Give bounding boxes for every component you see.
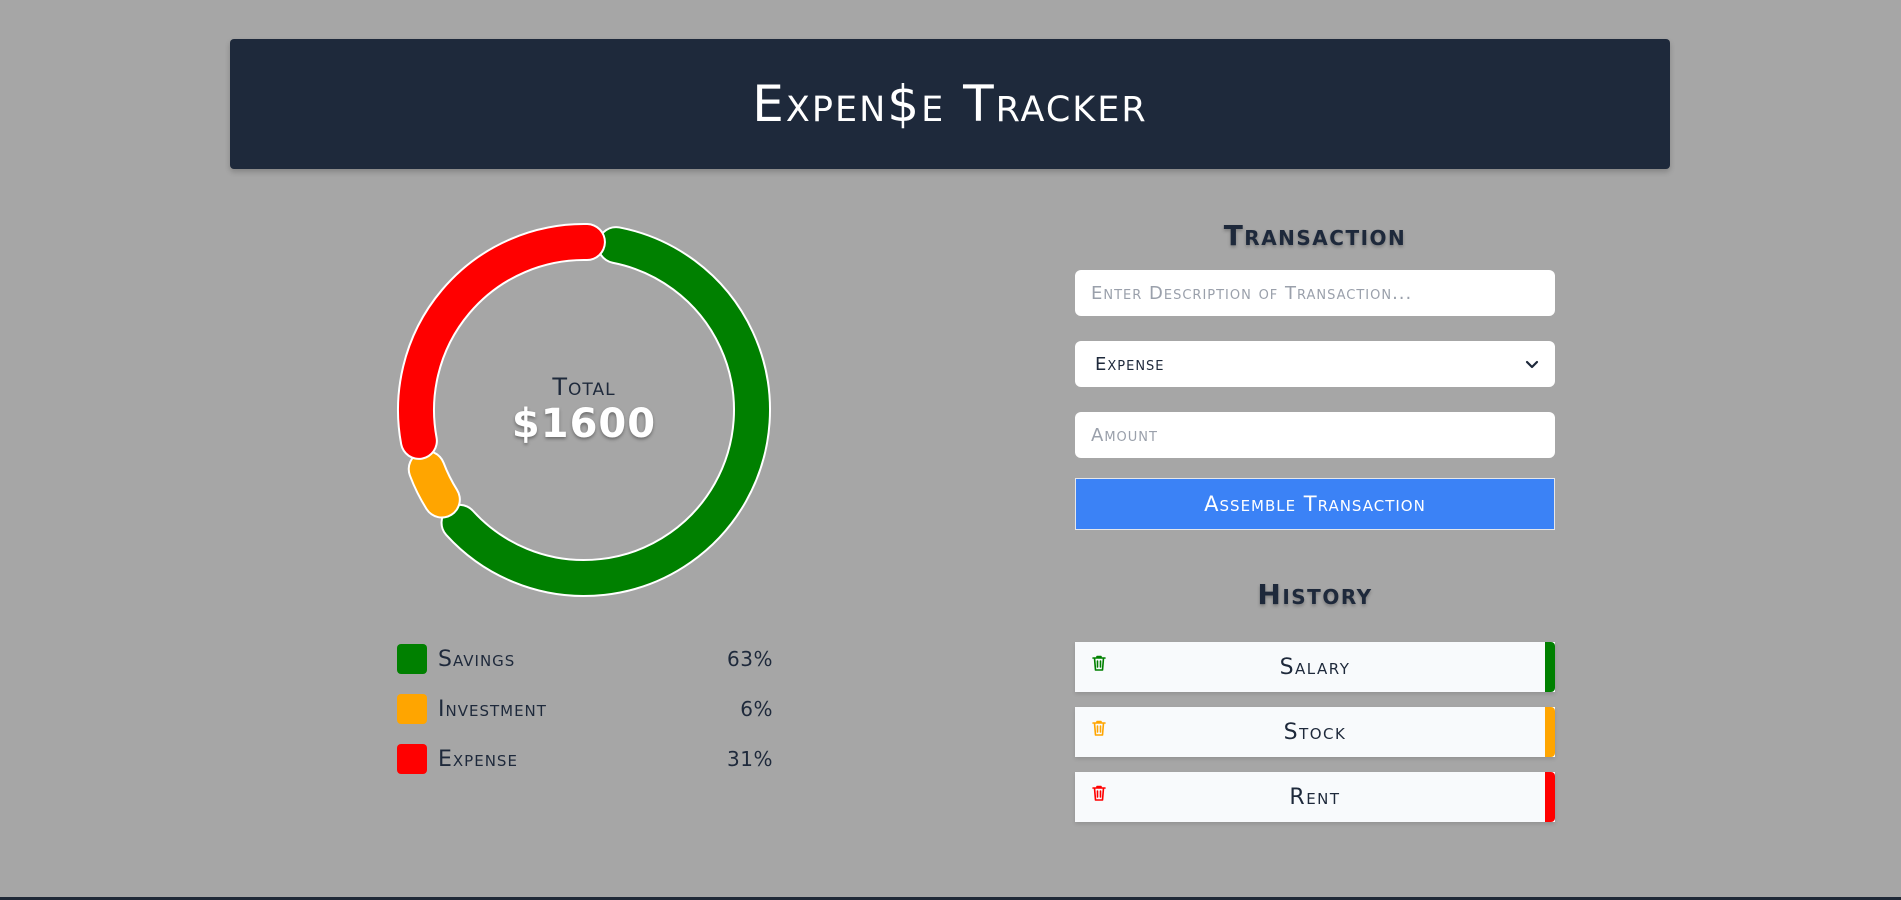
history-item-label: Rent: [1289, 784, 1341, 810]
amount-input[interactable]: [1075, 412, 1555, 458]
chart-legend: Savings 63% Investment 6% Expense 31%: [397, 644, 773, 794]
description-input[interactable]: [1075, 270, 1555, 316]
legend-swatch-expense: [397, 744, 427, 774]
history-item-stock: Stock: [1075, 707, 1555, 757]
donut-segment-investment: [409, 452, 459, 517]
legend-item-savings: Savings 63%: [397, 644, 773, 674]
transaction-type-select[interactable]: Expense: [1075, 341, 1555, 387]
history-item-color-bar: [1545, 772, 1555, 822]
app-header: Expen$e Tracker: [230, 39, 1670, 169]
assemble-transaction-button[interactable]: Assemble Transaction: [1075, 478, 1555, 530]
legend-label-expense: Expense: [438, 746, 518, 772]
legend-item-expense: Expense 31%: [397, 744, 773, 774]
legend-percent-expense: 31%: [727, 747, 773, 771]
legend-swatch-savings: [397, 644, 427, 674]
trash-icon[interactable]: [1091, 784, 1107, 802]
history-list: Salary Stock Rent: [1075, 642, 1555, 822]
legend-label-investment: Investment: [438, 696, 547, 722]
history-item-color-bar: [1545, 642, 1555, 692]
legend-swatch-investment: [397, 694, 427, 724]
donut-chart: Total $1600: [384, 210, 784, 610]
trash-icon[interactable]: [1091, 654, 1107, 672]
donut-segment-expense: [399, 225, 604, 458]
right-panel: Transaction Expense Assemble Transaction…: [1075, 210, 1555, 837]
legend-percent-savings: 63%: [727, 647, 773, 671]
legend-item-investment: Investment 6%: [397, 694, 773, 724]
history-item-label: Stock: [1283, 719, 1347, 745]
history-title: History: [1257, 578, 1373, 611]
history-item-label: Salary: [1279, 654, 1351, 680]
history-item-rent: Rent: [1075, 772, 1555, 822]
history-item-salary: Salary: [1075, 642, 1555, 692]
legend-percent-investment: 6%: [740, 697, 773, 721]
history-item-color-bar: [1545, 707, 1555, 757]
legend-label-savings: Savings: [438, 646, 516, 672]
trash-icon[interactable]: [1091, 719, 1107, 737]
donut-chart-svg: [397, 223, 771, 597]
type-select-wrapper: Expense: [1075, 341, 1555, 387]
app-title: Expen$e Tracker: [752, 75, 1148, 133]
donut-segment-savings: [442, 228, 769, 595]
transaction-title: Transaction: [1223, 219, 1407, 252]
